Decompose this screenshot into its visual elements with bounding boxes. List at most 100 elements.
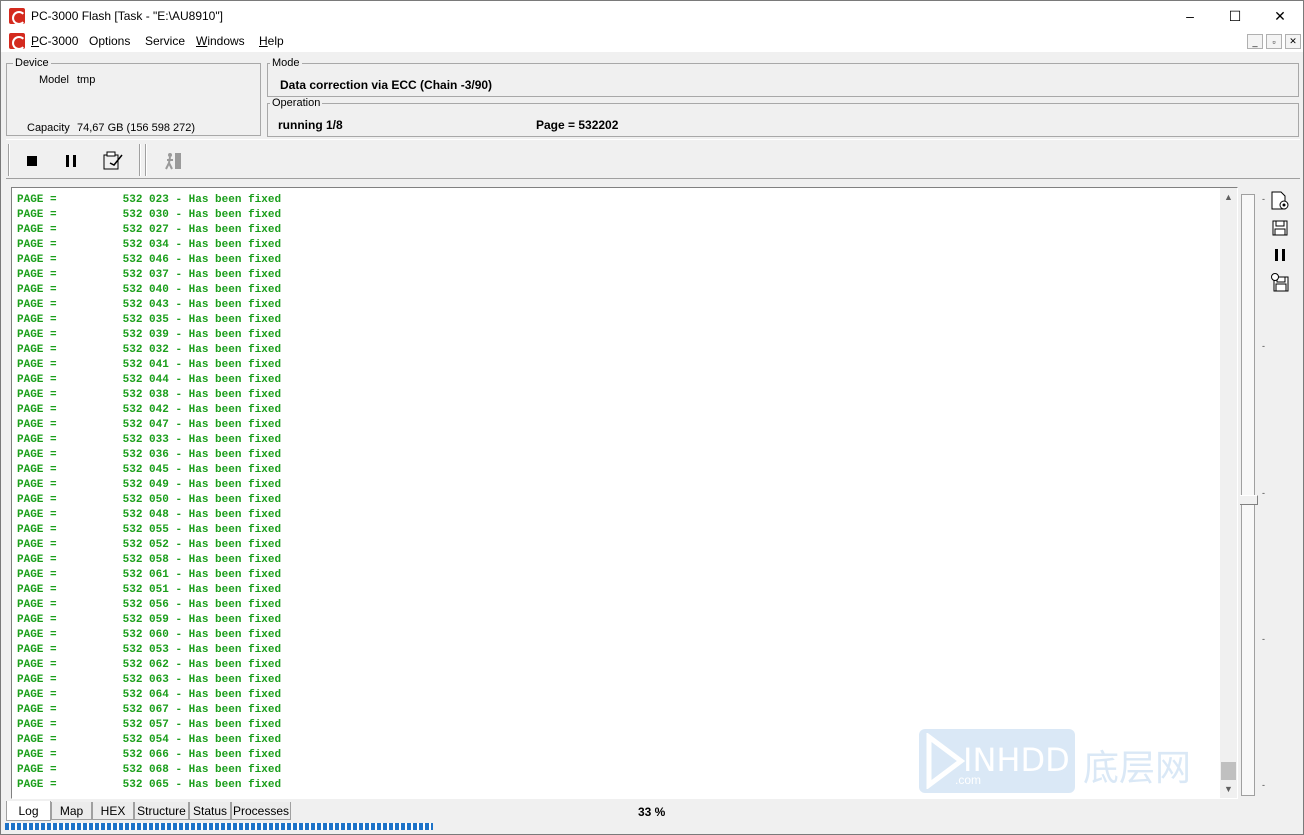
stop-button[interactable]: [18, 148, 46, 174]
tab-map[interactable]: Map: [51, 802, 92, 820]
log-line: PAGE = 532 027 - Has been fixed: [17, 223, 281, 238]
log-prefix: PAGE =: [17, 209, 57, 221]
slider-knob[interactable]: [1240, 495, 1258, 505]
tab-status[interactable]: Status: [189, 802, 231, 820]
log-prefix: PAGE =: [17, 419, 57, 431]
log-prefix: PAGE =: [17, 404, 57, 416]
log-line: PAGE = 532 060 - Has been fixed: [17, 628, 281, 643]
log-prefix: PAGE =: [17, 764, 57, 776]
log-suffix: - Has been fixed: [175, 449, 282, 461]
save-log-button[interactable]: [1269, 217, 1291, 239]
log-prefix: PAGE =: [17, 344, 57, 356]
log-suffix: - Has been fixed: [175, 524, 282, 536]
progress-bar: [5, 823, 433, 830]
log-line: PAGE = 532 032 - Has been fixed: [17, 343, 281, 358]
log-line: PAGE = 532 036 - Has been fixed: [17, 448, 281, 463]
log-prefix: PAGE =: [17, 464, 57, 476]
log-prefix: PAGE =: [17, 314, 57, 326]
log-page-number: 532 036: [122, 449, 169, 461]
document-settings-icon: [1271, 191, 1289, 210]
log-suffix: - Has been fixed: [175, 299, 282, 311]
log-suffix: - Has been fixed: [175, 749, 282, 761]
log-page-number: 532 038: [122, 389, 169, 401]
log-prefix: PAGE =: [17, 584, 57, 596]
log-page-number: 532 043: [122, 299, 169, 311]
task-button[interactable]: [99, 148, 127, 174]
log-suffix: - Has been fixed: [175, 569, 282, 581]
log-settings-button[interactable]: [1269, 190, 1291, 212]
menu-bar: PC-3000 Options Service Windows Help _ ▫…: [1, 31, 1303, 52]
log-page-number: 532 049: [122, 479, 169, 491]
pause-log-button[interactable]: [1269, 244, 1291, 266]
log-line: PAGE = 532 037 - Has been fixed: [17, 268, 281, 283]
mdi-close-button[interactable]: ✕: [1285, 34, 1301, 49]
tab-structure[interactable]: Structure: [134, 802, 189, 820]
log-prefix: PAGE =: [17, 359, 57, 371]
tab-hex[interactable]: HEX: [92, 802, 134, 820]
watermark-logo: INHDD .com: [919, 729, 1075, 793]
log-line: PAGE = 532 066 - Has been fixed: [17, 748, 281, 763]
log-prefix: PAGE =: [17, 194, 57, 206]
menu-options[interactable]: Options: [89, 34, 130, 48]
log-suffix: - Has been fixed: [175, 494, 282, 506]
scroll-up-arrow[interactable]: ▲: [1220, 188, 1237, 205]
log-suffix: - Has been fixed: [175, 464, 282, 476]
menu-pc3000[interactable]: PC-3000: [31, 34, 78, 48]
exit-button[interactable]: [159, 148, 187, 174]
log-page-number: 532 061: [122, 569, 169, 581]
log-suffix: - Has been fixed: [175, 644, 282, 656]
log-line: PAGE = 532 067 - Has been fixed: [17, 703, 281, 718]
log-suffix: - Has been fixed: [175, 419, 282, 431]
log-line: PAGE = 532 052 - Has been fixed: [17, 538, 281, 553]
log-suffix: - Has been fixed: [175, 284, 282, 296]
log-page-number: 532 065: [122, 779, 169, 791]
menu-help[interactable]: Help: [259, 34, 284, 48]
minimize-button[interactable]: –: [1167, 1, 1213, 31]
mdi-restore-button[interactable]: ▫: [1266, 34, 1282, 49]
log-page-number: 532 067: [122, 704, 169, 716]
log-line: PAGE = 532 058 - Has been fixed: [17, 553, 281, 568]
log-prefix: PAGE =: [17, 779, 57, 791]
log-suffix: - Has been fixed: [175, 269, 282, 281]
log-suffix: - Has been fixed: [175, 539, 282, 551]
log-line: PAGE = 532 034 - Has been fixed: [17, 238, 281, 253]
exit-icon: [165, 153, 181, 170]
mdi-minimize-button[interactable]: _: [1247, 34, 1263, 49]
menu-windows[interactable]: Windows: [196, 34, 245, 48]
log-prefix: PAGE =: [17, 254, 57, 266]
log-page-number: 532 055: [122, 524, 169, 536]
right-panel: - - - - -: [1240, 189, 1301, 799]
document-icon[interactable]: [9, 33, 26, 50]
save-icon: [1272, 220, 1288, 236]
maximize-button[interactable]: ☐: [1212, 1, 1258, 31]
tab-log[interactable]: Log: [6, 801, 51, 821]
close-button[interactable]: ✕: [1257, 1, 1303, 31]
pause-button[interactable]: [57, 148, 85, 174]
log-line: PAGE = 532 048 - Has been fixed: [17, 508, 281, 523]
log-prefix: PAGE =: [17, 659, 57, 671]
log-suffix: - Has been fixed: [175, 584, 282, 596]
log-line: PAGE = 532 053 - Has been fixed: [17, 643, 281, 658]
log-page-number: 532 032: [122, 344, 169, 356]
log-prefix: PAGE =: [17, 749, 57, 761]
log-suffix: - Has been fixed: [175, 734, 282, 746]
scroll-down-arrow[interactable]: ▼: [1220, 780, 1237, 797]
title-bar: PC-3000 Flash [Task - "E:\AU8910"] – ☐ ✕: [1, 1, 1303, 31]
log-prefix: PAGE =: [17, 389, 57, 401]
log-scrollbar[interactable]: ▲ ▼: [1220, 188, 1237, 798]
zoom-slider[interactable]: [1240, 194, 1258, 796]
log-page-number: 532 062: [122, 659, 169, 671]
log-page-number: 532 058: [122, 554, 169, 566]
log-panel[interactable]: PAGE = 532 023 - Has been fixed PAGE = 53…: [11, 187, 1238, 799]
log-prefix: PAGE =: [17, 509, 57, 521]
log-prefix: PAGE =: [17, 449, 57, 461]
scroll-thumb[interactable]: [1221, 762, 1236, 780]
log-line: PAGE = 532 047 - Has been fixed: [17, 418, 281, 433]
log-page-number: 532 064: [122, 689, 169, 701]
log-line: PAGE = 532 023 - Has been fixed: [17, 193, 281, 208]
save-settings-button[interactable]: [1269, 271, 1291, 293]
menu-service[interactable]: Service: [145, 34, 185, 48]
tab-processes[interactable]: Processes: [231, 802, 291, 820]
model-label: Model: [39, 74, 69, 86]
watermark: INHDD .com 底层网: [919, 729, 1204, 793]
